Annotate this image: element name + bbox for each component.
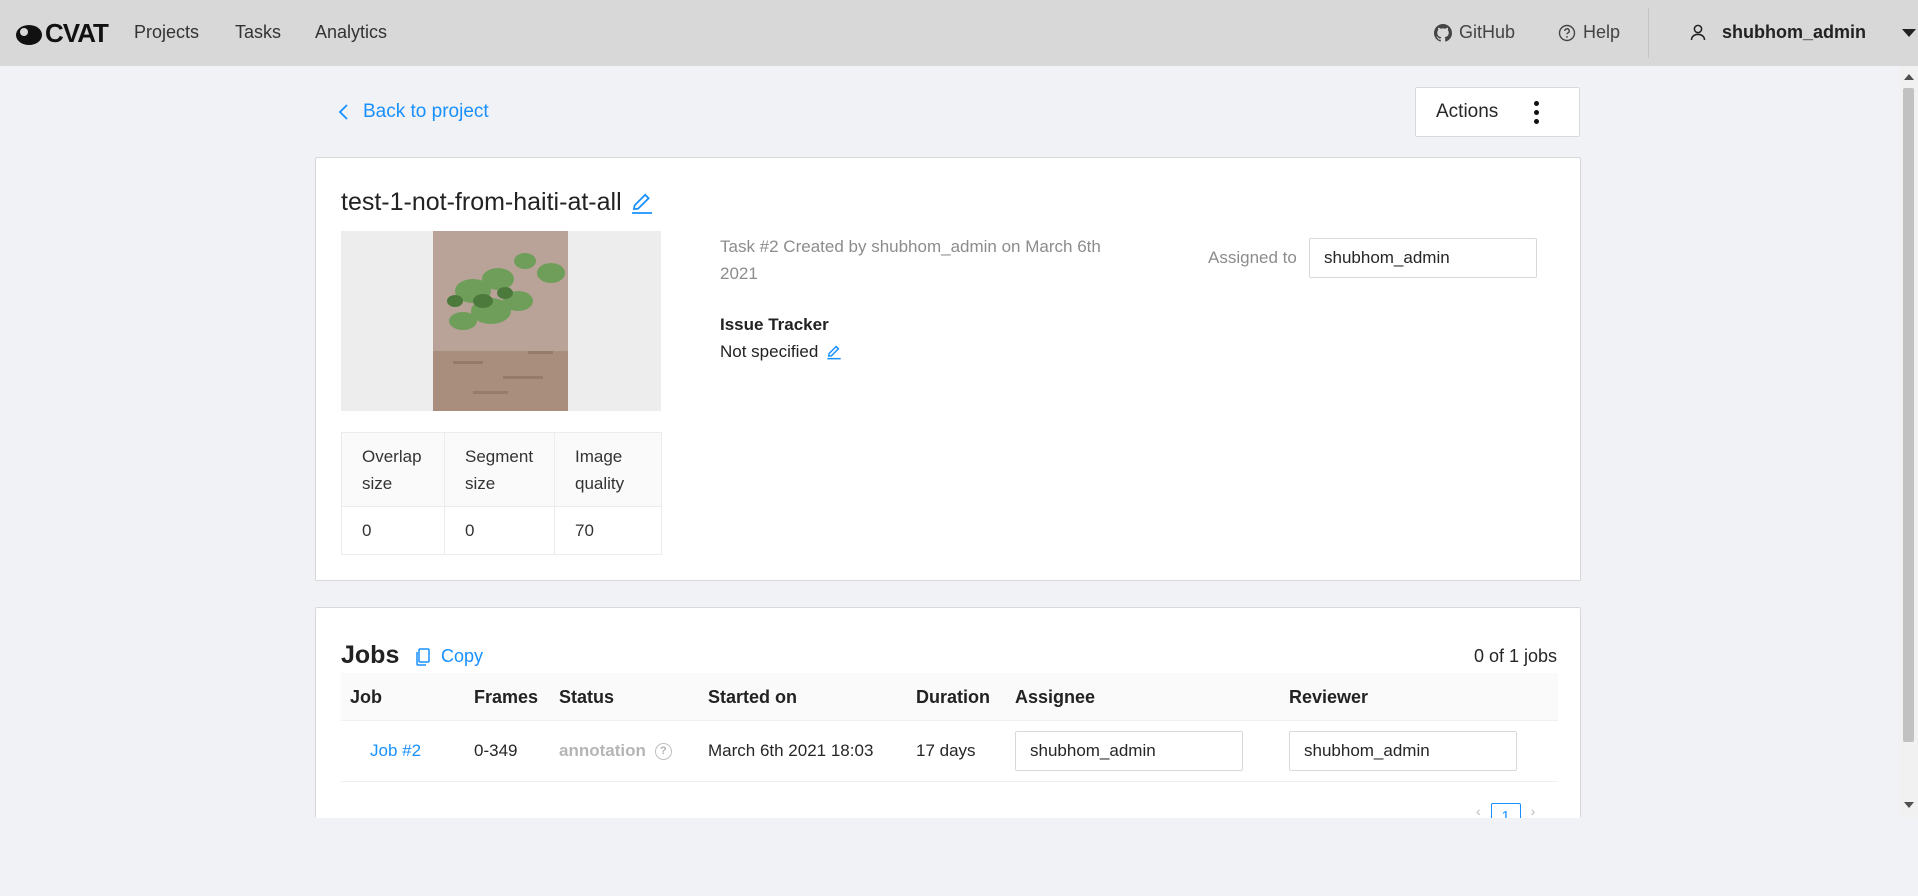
nav-analytics[interactable]: Analytics <box>315 22 387 43</box>
jobs-count: 0 of 1 jobs <box>1474 646 1558 666</box>
user-menu[interactable]: shubhom_admin <box>1690 22 1917 43</box>
edit-icon[interactable] <box>630 191 654 215</box>
job-status: annotation ? <box>559 741 672 761</box>
col-status: Status <box>559 687 615 707</box>
segment-size-header: Segment size <box>444 432 555 507</box>
back-label: Back to project <box>363 101 489 122</box>
task-title: test-1-not-from-haiti-at-all <box>341 188 654 217</box>
more-vertical-icon <box>1534 101 1539 124</box>
task-details-card: test-1-not-from-haiti-at-all Overlap siz… <box>315 157 1581 581</box>
scrollbar[interactable] <box>1899 66 1918 818</box>
col-assignee: Assignee <box>1015 687 1096 707</box>
task-preview <box>341 231 661 411</box>
col-started-on: Started on <box>708 687 798 707</box>
image-quality-header: Image quality <box>554 432 662 507</box>
preview-image <box>433 231 568 411</box>
pagination: ‹ 1 › <box>1476 803 1535 818</box>
caret-down-icon <box>1902 28 1917 37</box>
actions-label: Actions <box>1436 101 1499 122</box>
cvat-eye-icon <box>16 24 42 45</box>
jobs-title: Jobs <box>341 641 400 669</box>
job-started-on: March 6th 2021 18:03 <box>708 741 874 760</box>
user-name: shubhom_admin <box>1722 22 1867 42</box>
chevron-left-icon <box>338 104 348 120</box>
logo-text: CVAT <box>45 18 109 48</box>
assigned-to-label: Assigned to <box>1208 248 1297 267</box>
issue-tracker-label: Issue Tracker <box>720 315 829 334</box>
user-icon <box>1690 24 1706 41</box>
issue-tracker-value: Not specified <box>720 342 842 362</box>
task-parameters-table: Overlap size Segment size Image quality … <box>341 432 662 555</box>
image-quality-value: 70 <box>554 506 662 555</box>
overlap-size-value: 0 <box>341 506 445 555</box>
assigned-to-input[interactable] <box>1309 238 1537 278</box>
github-label: GitHub <box>1459 22 1516 42</box>
task-created-info: Task #2 Created by shubhom_admin on Marc… <box>720 237 1101 283</box>
help-link[interactable]: Help <box>1558 22 1620 43</box>
jobs-card: Jobs Copy 0 of 1 jobs Job Frames Status … <box>315 607 1581 818</box>
next-page-icon[interactable]: › <box>1531 803 1536 818</box>
overlap-size-header: Overlap size <box>341 432 445 507</box>
job-status-text: annotation <box>559 741 646 760</box>
scroll-thumb[interactable] <box>1903 88 1914 742</box>
question-circle-icon[interactable]: ? <box>654 742 672 760</box>
jobs-table-header: Job Frames Status Started on Duration As… <box>341 673 1558 721</box>
reviewer-input[interactable] <box>1289 731 1517 771</box>
top-bar: CVAT Projects Tasks Analytics GitHub Hel… <box>0 0 1918 66</box>
actions-button[interactable]: Actions <box>1415 87 1580 137</box>
col-reviewer: Reviewer <box>1289 687 1369 707</box>
edit-icon[interactable] <box>826 344 842 360</box>
copy-label: Copy <box>441 646 484 666</box>
table-row: Job #2 0-349 annotation ? March 6th 2021… <box>341 721 1558 782</box>
assignee-input[interactable] <box>1015 731 1243 771</box>
back-to-project-link[interactable]: Back to project <box>338 101 489 123</box>
copy-icon <box>416 647 430 666</box>
segment-size-value: 0 <box>444 506 555 555</box>
header-divider <box>1648 8 1649 58</box>
col-frames: Frames <box>474 687 539 707</box>
page-bottom-area <box>0 818 1918 896</box>
cvat-logo[interactable]: CVAT <box>15 18 109 49</box>
job-duration: 17 days <box>916 741 976 760</box>
col-duration: Duration <box>916 687 990 707</box>
github-icon <box>1434 23 1452 42</box>
job-link[interactable]: Job #2 <box>370 741 421 761</box>
page-button[interactable]: 1 <box>1490 803 1521 818</box>
job-frames: 0-349 <box>474 741 518 760</box>
col-job: Job <box>350 687 383 707</box>
nav-tasks[interactable]: Tasks <box>235 22 281 43</box>
scroll-up-arrow-icon[interactable] <box>1904 74 1914 80</box>
github-link[interactable]: GitHub <box>1434 22 1515 43</box>
plant-photo <box>433 231 568 411</box>
help-label: Help <box>1583 22 1621 42</box>
issue-tracker-text: Not specified <box>720 342 819 361</box>
scroll-down-arrow-icon[interactable] <box>1904 802 1914 808</box>
task-title-text: test-1-not-from-haiti-at-all <box>341 188 622 216</box>
question-circle-icon <box>1558 24 1576 41</box>
nav-projects[interactable]: Projects <box>134 22 199 43</box>
copy-button[interactable]: Copy <box>415 646 483 667</box>
prev-page-icon[interactable]: ‹ <box>1476 803 1481 818</box>
